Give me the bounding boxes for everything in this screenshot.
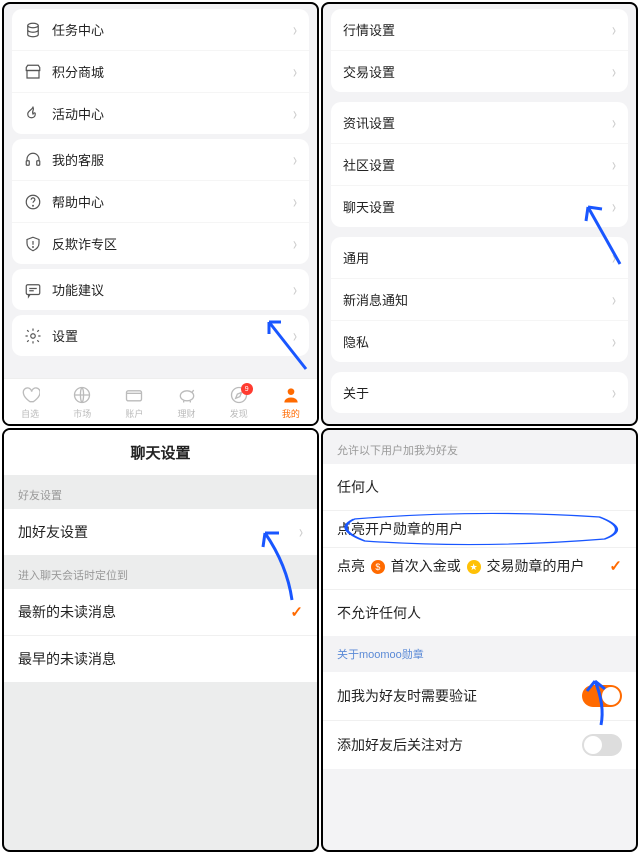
headset-icon <box>24 151 42 169</box>
row-label: 反欺诈专区 <box>52 234 293 253</box>
row-require-verification: 加我为好友时需要验证 <box>323 672 636 720</box>
person-icon <box>281 385 301 405</box>
panel-friend-request-settings: 允许以下用户加我为好友 任何人 点亮开户勋章的用户 点亮 $ 首次入金或 ★ 交… <box>321 428 638 852</box>
chevron-right-icon: › <box>293 191 297 212</box>
chevron-right-icon: › <box>612 382 616 403</box>
row-deposit-trade-badge-users[interactable]: 点亮 $ 首次入金或 ★ 交易勋章的用户 ✓ <box>323 547 636 589</box>
row-privacy[interactable]: 隐私› <box>331 320 628 362</box>
row-latest-unread[interactable]: 最新的未读消息 ✓ <box>4 589 317 635</box>
row-task-center[interactable]: 任务中心 › <box>12 9 309 50</box>
section-header: 允许以下用户加我为好友 <box>323 430 636 464</box>
group-support: 我的客服 › 帮助中心 › 反欺诈专区 › <box>12 139 309 264</box>
row-customer-service[interactable]: 我的客服 › <box>12 139 309 180</box>
globe-icon <box>72 385 92 405</box>
chevron-right-icon: › <box>299 522 303 543</box>
deposit-badge-icon: $ <box>371 560 385 574</box>
row-label: 积分商城 <box>52 62 293 81</box>
panel-chat-settings: 聊天设置 好友设置 加好友设置 › 进入聊天会话时定位到 最新的未读消息 ✓ 最… <box>2 428 319 852</box>
row-community-settings[interactable]: 社区设置› <box>331 143 628 185</box>
section-header: 进入聊天会话时定位到 <box>4 555 317 589</box>
piggy-icon <box>177 385 197 405</box>
row-points-mall[interactable]: 积分商城 › <box>12 50 309 92</box>
chevron-right-icon: › <box>612 331 616 352</box>
row-general[interactable]: 通用› <box>331 237 628 278</box>
row-follow-after-add: 添加好友后关注对方 <box>323 720 636 769</box>
tab-my[interactable]: 我的 <box>281 385 301 420</box>
row-label: 我的客服 <box>52 150 293 169</box>
group-tasks: 任务中心 › 积分商城 › 活动中心 › <box>12 9 309 134</box>
row-market-settings[interactable]: 行情设置› <box>331 9 628 50</box>
stack-icon <box>24 21 42 39</box>
page-title: 聊天设置 <box>4 430 317 475</box>
row-trade-settings[interactable]: 交易设置› <box>331 50 628 92</box>
tab-account[interactable]: 账户 <box>124 385 144 420</box>
panel-settings-list: 行情设置› 交易设置› 资讯设置› 社区设置› 聊天设置› 通用› 新消息通知›… <box>321 2 638 426</box>
feedback-icon <box>24 281 42 299</box>
chevron-right-icon: › <box>293 325 297 346</box>
heart-icon <box>20 385 40 405</box>
row-about[interactable]: 关于› <box>331 372 628 413</box>
toggle-follow[interactable] <box>582 734 622 756</box>
chevron-right-icon: › <box>612 247 616 268</box>
flame-icon <box>24 105 42 123</box>
chevron-right-icon: › <box>293 279 297 300</box>
row-label: 任务中心 <box>52 20 293 39</box>
chevron-right-icon: › <box>612 154 616 175</box>
row-earliest-unread[interactable]: 最早的未读消息 <box>4 635 317 682</box>
chevron-right-icon: › <box>612 112 616 133</box>
row-anyone[interactable]: 任何人 <box>323 464 636 510</box>
row-account-badge-users[interactable]: 点亮开户勋章的用户 <box>323 510 636 547</box>
badge-count: 9 <box>241 383 253 395</box>
check-icon: ✓ <box>609 557 622 575</box>
wallet-icon <box>124 385 144 405</box>
check-icon: ✓ <box>290 603 303 621</box>
trade-badge-icon: ★ <box>467 560 481 574</box>
chevron-right-icon: › <box>293 19 297 40</box>
row-news-settings[interactable]: 资讯设置› <box>331 102 628 143</box>
chevron-right-icon: › <box>293 61 297 82</box>
chevron-right-icon: › <box>612 196 616 217</box>
chevron-right-icon: › <box>612 61 616 82</box>
row-feature-suggest[interactable]: 功能建议 › <box>12 269 309 310</box>
group-settings: 设置 › <box>12 315 309 356</box>
row-chat-settings[interactable]: 聊天设置› <box>331 185 628 227</box>
toggle-verification[interactable] <box>582 685 622 707</box>
tab-wealth[interactable]: 理财 <box>177 385 197 420</box>
chevron-right-icon: › <box>293 103 297 124</box>
row-fraud-zone[interactable]: 反欺诈专区 › <box>12 222 309 264</box>
bottom-tabbar: 自选 市场 账户 理财 9发现 我的 <box>4 378 317 424</box>
help-icon <box>24 193 42 211</box>
store-icon <box>24 63 42 81</box>
chevron-right-icon: › <box>293 149 297 170</box>
chevron-right-icon: › <box>612 289 616 310</box>
row-label: 帮助中心 <box>52 192 293 211</box>
row-label: 功能建议 <box>52 280 293 299</box>
group-feedback: 功能建议 › <box>12 269 309 310</box>
row-notifications[interactable]: 新消息通知› <box>331 278 628 320</box>
row-nobody[interactable]: 不允许任何人 <box>323 589 636 636</box>
section-header: 好友设置 <box>4 475 317 509</box>
chevron-right-icon: › <box>612 19 616 40</box>
row-settings[interactable]: 设置 › <box>12 315 309 356</box>
row-help-center[interactable]: 帮助中心 › <box>12 180 309 222</box>
gear-icon <box>24 327 42 345</box>
shield-icon <box>24 235 42 253</box>
row-label: 设置 <box>52 326 293 345</box>
chevron-right-icon: › <box>293 233 297 254</box>
tab-market[interactable]: 市场 <box>72 385 92 420</box>
row-activity-center[interactable]: 活动中心 › <box>12 92 309 134</box>
link-about-badges[interactable]: 关于moomoo勋章 <box>323 636 636 672</box>
row-label: 活动中心 <box>52 104 293 123</box>
tab-watchlist[interactable]: 自选 <box>20 385 40 420</box>
tab-discover[interactable]: 9发现 <box>229 385 249 420</box>
row-add-friend-settings[interactable]: 加好友设置 › <box>4 509 317 555</box>
panel-my-page: 任务中心 › 积分商城 › 活动中心 › 我的客服 › 帮助中心 <box>2 2 319 426</box>
